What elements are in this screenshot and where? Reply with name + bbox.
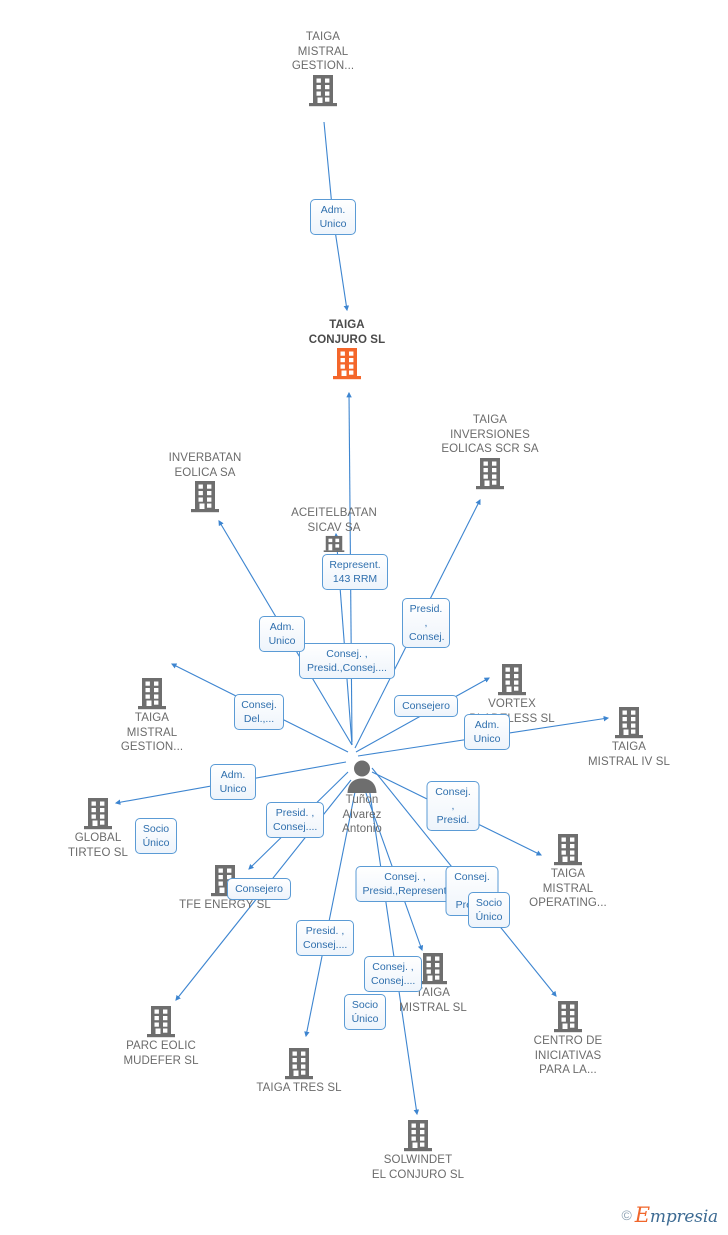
relationship-label-rel-consejero-upper[interactable]: Consejero <box>394 695 458 717</box>
building-icon <box>415 457 565 491</box>
graph-node-taiga-tres-sl[interactable]: TAIGA TRES SL <box>224 1047 374 1096</box>
building-small-icon <box>259 535 409 552</box>
relationship-label-rel-presid-consej-lower[interactable]: Presid. , Consej.... <box>296 920 354 956</box>
node-label-taiga-inversiones-eolicas-scr-sa: TAIGA INVERSIONES EOLICAS SCR SA <box>441 414 539 455</box>
relationship-graph: TAIGA MISTRAL GESTION... TAIGA CONJURO SL… <box>0 0 728 1235</box>
relationship-label-rel-presid-consej-right[interactable]: Presid. , Consej. <box>402 598 450 648</box>
node-label-taiga-mistral-gestion-top: TAIGA MISTRAL GESTION... <box>291 31 355 72</box>
relationship-label-rel-represent-143-rrm[interactable]: Represent. 143 RRM <box>322 554 388 590</box>
graph-node-centro-de-iniciativas[interactable]: CENTRO DE INICIATIVAS PARA LA... <box>493 1000 643 1078</box>
building-icon <box>437 663 587 697</box>
relationship-label-rel-consej-consej[interactable]: Consej. , Consej.... <box>364 956 422 992</box>
graph-node-solwindet-el-conjuro-sl[interactable]: SOLWINDET EL CONJURO SL <box>343 1119 493 1182</box>
relationship-label-rel-adm-unico-left-upper[interactable]: Adm. Unico <box>259 616 305 652</box>
building-icon <box>86 1005 236 1039</box>
relationship-label-rel-presid-consej-left[interactable]: Presid. , Consej.... <box>266 802 324 838</box>
brand-initial: E <box>634 1203 650 1227</box>
relationship-label-rel-socio-unico-left[interactable]: Socio Único <box>135 818 177 854</box>
brand-wordmark: Empresia <box>635 1203 718 1227</box>
graph-node-aceitelbatan-sicav-sa[interactable]: ACEITELBATAN SICAV SA <box>259 506 409 552</box>
building-icon <box>493 1000 643 1034</box>
building-icon <box>272 347 422 381</box>
graph-node-parc-eolic-mudefer-sl[interactable]: PARC EOLIC MUDEFER SL <box>86 1005 236 1068</box>
relationship-label-rel-socio-unico-bottom[interactable]: Socio Único <box>344 994 386 1030</box>
relationship-label-rel-socio-unico-right[interactable]: Socio Único <box>468 892 510 928</box>
node-label-taiga-mistral-gestion-left: TAIGA MISTRAL GESTION... <box>120 712 184 753</box>
graph-node-taiga-inversiones-eolicas-scr-sa[interactable]: TAIGA INVERSIONES EOLICAS SCR SA <box>415 413 565 491</box>
node-label-taiga-conjuro-sl: TAIGA CONJURO SL <box>308 319 386 346</box>
building-icon <box>77 677 227 711</box>
graph-node-inverbatan-eolica-sa[interactable]: INVERBATAN EOLICA SA <box>130 451 280 514</box>
relationship-label-rel-adm-unico-top[interactable]: Adm. Unico <box>310 199 356 235</box>
building-icon <box>343 1119 493 1153</box>
node-label-taiga-tres-sl: TAIGA TRES SL <box>256 1082 342 1094</box>
node-label-inverbatan-eolica-sa: INVERBATAN EOLICA SA <box>168 452 242 479</box>
node-label-parc-eolic-mudefer-sl: PARC EOLIC MUDEFER SL <box>123 1040 199 1067</box>
copyright-symbol: © <box>621 1207 632 1223</box>
building-icon <box>248 74 398 108</box>
node-label-taiga-mistral-iv-sl: TAIGA MISTRAL IV SL <box>587 741 671 768</box>
relationship-label-rel-adm-unico-left-lower[interactable]: Adm. Unico <box>210 764 256 800</box>
building-icon <box>554 706 704 740</box>
node-label-tfe-energy-sl: TFE ENERGY SL <box>179 899 271 911</box>
brand-rest: mpresia <box>649 1207 718 1227</box>
relationship-label-rel-consej-presid-represent[interactable]: Consej. , Presid.,Represent. <box>355 866 455 902</box>
node-label-taiga-mistral-operating: TAIGA MISTRAL OPERATING... <box>529 868 607 909</box>
relationship-label-rel-consej-presid-right[interactable]: Consej. , Presid. <box>426 781 480 831</box>
building-icon <box>493 833 643 867</box>
node-label-solwindet-el-conjuro-sl: SOLWINDET EL CONJURO SL <box>371 1154 465 1181</box>
node-label-centro-de-iniciativas: CENTRO DE INICIATIVAS PARA LA... <box>533 1035 603 1076</box>
graph-node-taiga-mistral-gestion-left[interactable]: TAIGA MISTRAL GESTION... <box>77 677 227 755</box>
building-icon <box>130 480 280 514</box>
person-icon <box>287 759 437 793</box>
relationship-label-rel-consejero-lower[interactable]: Consejero <box>227 878 291 900</box>
graph-node-taiga-mistral-operating[interactable]: TAIGA MISTRAL OPERATING... <box>493 833 643 911</box>
graph-node-taiga-mistral-gestion-top[interactable]: TAIGA MISTRAL GESTION... <box>248 30 398 108</box>
relationship-label-rel-adm-unico-right[interactable]: Adm. Unico <box>464 714 510 750</box>
empresia-watermark: © Empresia <box>621 1203 718 1227</box>
graph-node-taiga-mistral-iv-sl[interactable]: TAIGA MISTRAL IV SL <box>554 706 704 769</box>
relationship-label-rel-consej-del[interactable]: Consej. Del.,... <box>234 694 284 730</box>
building-icon <box>224 1047 374 1081</box>
graph-node-taiga-conjuro-sl[interactable]: TAIGA CONJURO SL <box>272 318 422 381</box>
node-label-aceitelbatan-sicav-sa: ACEITELBATAN SICAV SA <box>291 507 377 534</box>
relationship-label-rel-consej-presid-consej[interactable]: Consej. , Presid.,Consej.... <box>299 643 395 679</box>
